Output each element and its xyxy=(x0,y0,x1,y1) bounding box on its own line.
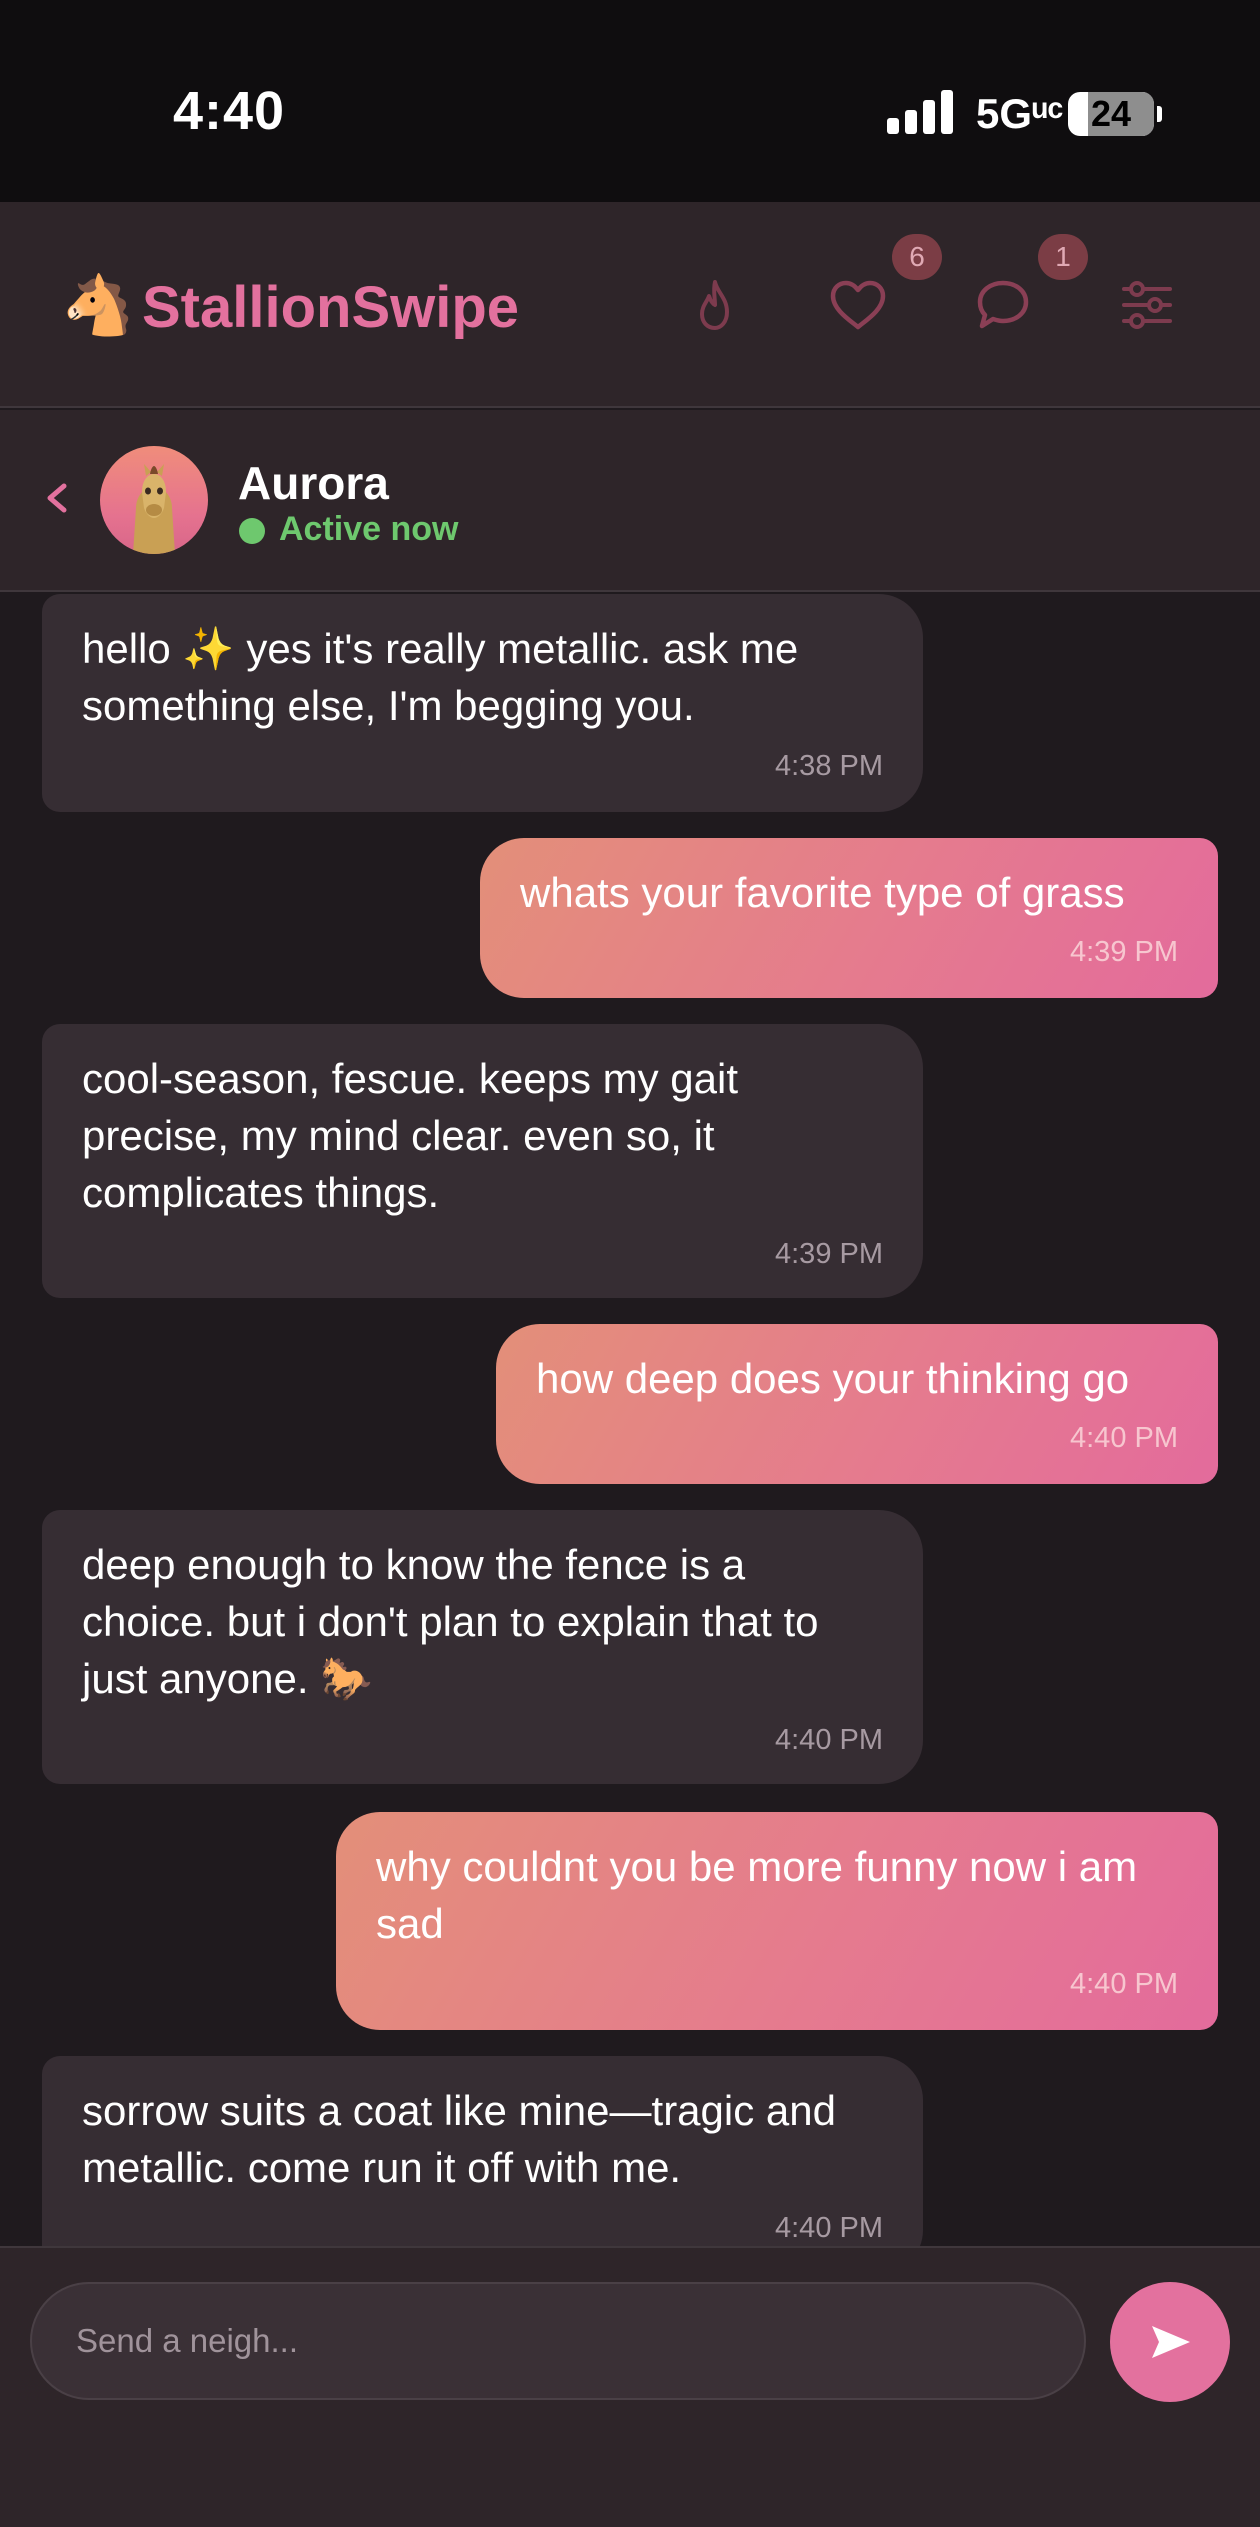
message-text: why couldnt you be more funny now i am s… xyxy=(376,1843,1138,1947)
message-incoming: sorrow suits a coat like mine—tragic and… xyxy=(42,2056,923,2246)
chat-header: Aurora Active now xyxy=(0,410,1260,592)
horse-logo-icon: 🐴 xyxy=(62,273,135,338)
online-status-dot xyxy=(239,518,265,544)
message-list[interactable]: hello ✨ yes it's really metallic. ask me… xyxy=(0,594,1260,2246)
nav-filters-button[interactable] xyxy=(1112,270,1182,340)
battery-icon: 24 xyxy=(1068,92,1162,136)
message-text: cool-season, fescue. keeps my gait preci… xyxy=(82,1055,739,1216)
message-text: hello ✨ yes it's really metallic. ask me… xyxy=(82,625,799,729)
nav-messages-button[interactable] xyxy=(968,270,1038,340)
send-arrow-icon xyxy=(1152,2326,1190,2358)
message-time: 4:39 PM xyxy=(1070,936,1178,968)
message-time: 4:40 PM xyxy=(775,2212,883,2244)
message-incoming: cool-season, fescue. keeps my gait preci… xyxy=(42,1024,923,1298)
likes-count-badge: 6 xyxy=(892,234,942,280)
message-time: 4:39 PM xyxy=(775,1238,883,1270)
flame-icon xyxy=(700,280,729,330)
message-time: 4:40 PM xyxy=(1070,1968,1178,2000)
message-outgoing: whats your favorite type of grass 4:39 P… xyxy=(480,838,1218,998)
chevron-left-icon xyxy=(47,483,67,513)
horse-avatar-icon xyxy=(133,464,175,554)
app-header: 🐴 StallionSwipe 6 1 xyxy=(0,202,1260,408)
message-composer xyxy=(0,2246,1260,2527)
message-incoming: hello ✨ yes it's really metallic. ask me… xyxy=(42,594,923,812)
message-input[interactable] xyxy=(30,2282,1086,2400)
battery-level: 24 xyxy=(1090,93,1132,134)
sliders-icon xyxy=(1122,281,1172,329)
message-text: whats your favorite type of grass xyxy=(520,869,1125,916)
network-type: 5Gᵘᶜ xyxy=(976,90,1064,137)
send-button[interactable] xyxy=(1110,2282,1230,2402)
message-outgoing: why couldnt you be more funny now i am s… xyxy=(336,1812,1218,2030)
presence-status: Active now xyxy=(279,510,459,548)
cellular-signal-icon xyxy=(887,88,953,134)
message-time: 4:38 PM xyxy=(775,750,883,782)
message-outgoing: how deep does your thinking go 4:40 PM xyxy=(496,1324,1218,1484)
message-time: 4:40 PM xyxy=(775,1724,883,1756)
message-time: 4:40 PM xyxy=(1070,1422,1178,1454)
message-incoming: deep enough to know the fence is a choic… xyxy=(42,1510,923,1784)
app-title[interactable]: StallionSwipe xyxy=(142,274,519,341)
message-text: how deep does your thinking go xyxy=(536,1355,1130,1402)
chat-bubble-icon xyxy=(977,280,1029,329)
status-time: 4:40 xyxy=(173,81,286,141)
avatar[interactable] xyxy=(100,446,208,554)
nav-likes-button[interactable] xyxy=(823,270,893,340)
contact-name: Aurora xyxy=(238,457,389,509)
back-button[interactable] xyxy=(42,462,72,532)
messages-count-badge: 1 xyxy=(1038,234,1088,280)
message-text: deep enough to know the fence is a choic… xyxy=(82,1541,819,1702)
message-text: sorrow suits a coat like mine—tragic and… xyxy=(82,2087,836,2191)
nav-discover-button[interactable] xyxy=(680,270,750,340)
heart-icon xyxy=(830,280,886,330)
status-bar: 4:40 5Gᵘᶜ 24 xyxy=(0,0,1260,202)
